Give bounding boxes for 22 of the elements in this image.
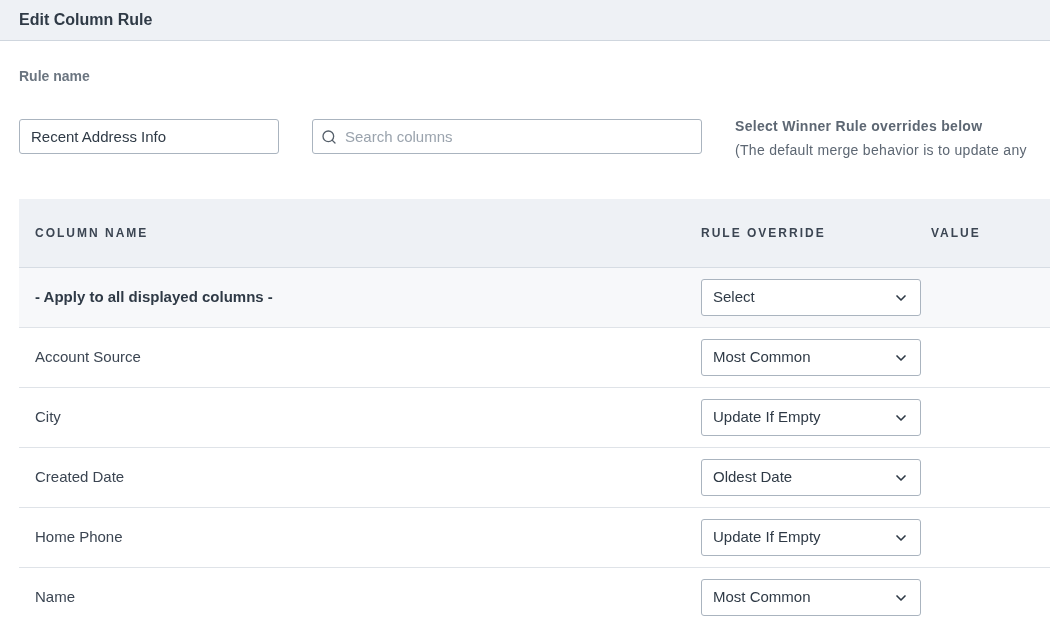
search-icon bbox=[321, 129, 337, 145]
rule-override-dropdown[interactable]: Update If Empty bbox=[701, 399, 921, 436]
column-name: Created Date bbox=[34, 467, 126, 488]
rule-override-dropdown[interactable]: Most Common bbox=[701, 339, 921, 376]
rule-override-dropdown[interactable]: Select bbox=[701, 279, 921, 316]
column-name: - Apply to all displayed columns - bbox=[34, 287, 274, 308]
search-field[interactable]: Search columns bbox=[312, 119, 702, 154]
rule-name-label: Rule name bbox=[19, 68, 90, 84]
column-name: Name bbox=[34, 587, 76, 608]
column-name: Account Source bbox=[34, 347, 142, 368]
column-header: RULE OVERRIDE bbox=[701, 225, 827, 242]
window-title: Edit Column Rule bbox=[19, 10, 153, 30]
rule-override-dropdown[interactable]: Oldest Date bbox=[701, 459, 921, 496]
rule-override-dropdown[interactable]: Most Common bbox=[701, 579, 921, 616]
note-text: (The default merge behavior is to update any bbox=[735, 141, 1027, 160]
note-title: Select Winner Rule overrides below bbox=[735, 117, 984, 136]
column-header: VALUE bbox=[931, 225, 981, 242]
rule-name-field[interactable]: Recent Address Info bbox=[19, 119, 279, 154]
column-name: City bbox=[34, 407, 62, 428]
column-name: Home Phone bbox=[34, 527, 124, 548]
rule-override-dropdown[interactable]: Update If Empty bbox=[701, 519, 921, 556]
column-header: COLUMN NAME bbox=[34, 225, 150, 242]
